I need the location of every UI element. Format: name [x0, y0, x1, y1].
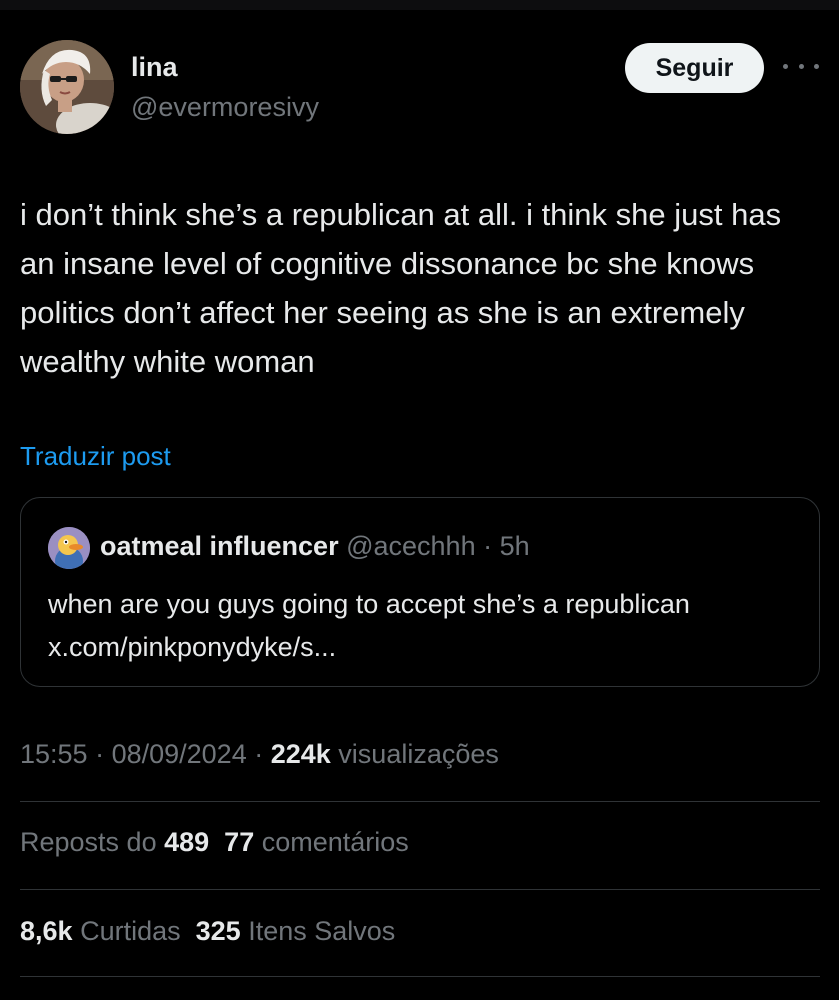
comments-count: 77: [224, 827, 255, 857]
quoted-separator: ·: [475, 531, 500, 561]
author-name[interactable]: lina: [131, 52, 178, 83]
reposts-count: 489: [164, 827, 210, 857]
quoted-time: 5h: [499, 531, 530, 561]
saves-stat[interactable]: 325 Itens Salvos: [196, 916, 396, 946]
more-dot: [814, 63, 819, 69]
more-options-icon[interactable]: [783, 54, 819, 78]
quoted-header: oatmeal influencer @acechhh · 5h: [100, 531, 530, 562]
saves-count: 325: [195, 916, 241, 946]
saves-label: Itens Salvos: [240, 916, 396, 946]
tweet-page: lina @evermoresivy Seguir i don’t think …: [0, 0, 839, 1000]
reposts-label: Reposts do: [20, 827, 165, 857]
meta-separator: ·: [246, 739, 271, 769]
comments-stat[interactable]: 77 comentários: [224, 827, 409, 857]
post-time: 15:55: [20, 739, 88, 769]
engagement-row-reposts: Reposts do 489 77 comentários: [20, 827, 409, 858]
author-handle[interactable]: @evermoresivy: [131, 92, 319, 123]
quoted-author-name[interactable]: oatmeal influencer: [100, 531, 339, 561]
follow-button[interactable]: Seguir: [625, 43, 764, 93]
views-count: 224k: [270, 739, 331, 769]
quoted-author-handle[interactable]: @acechhh: [346, 531, 476, 561]
quoted-author-avatar: [48, 527, 90, 569]
top-bar: [0, 0, 839, 10]
author-avatar[interactable]: [20, 40, 114, 134]
meta-separator: ·: [87, 739, 112, 769]
comments-label: comentários: [254, 827, 409, 857]
engagement-row-likes: 8,6k Curtidas 325 Itens Salvos: [20, 916, 395, 947]
quoted-tweet[interactable]: oatmeal influencer @acechhh · 5h when ar…: [20, 497, 820, 687]
more-dot: [798, 63, 804, 69]
views-label: visualizações: [330, 739, 499, 769]
reposts-stat[interactable]: Reposts do 489: [20, 827, 209, 857]
divider: [20, 889, 820, 890]
likes-label: Curtidas: [72, 916, 181, 946]
post-date: 08/09/2024: [111, 739, 247, 769]
translate-post-link[interactable]: Traduzir post: [20, 441, 171, 472]
tweet-text: i don’t think she’s a republican at all.…: [20, 197, 782, 379]
author-avatar-image: [20, 40, 114, 134]
post-metadata: 15:55 · 08/09/2024 · 224k visualizações: [20, 739, 499, 770]
quoted-avatar-image: [48, 527, 90, 569]
more-dot: [783, 63, 788, 69]
quoted-text: when are you guys going to accept she’s …: [48, 589, 690, 662]
likes-stat[interactable]: 8,6k Curtidas: [20, 916, 181, 946]
divider: [20, 976, 820, 977]
divider: [20, 801, 820, 802]
likes-count: 8,6k: [20, 916, 73, 946]
